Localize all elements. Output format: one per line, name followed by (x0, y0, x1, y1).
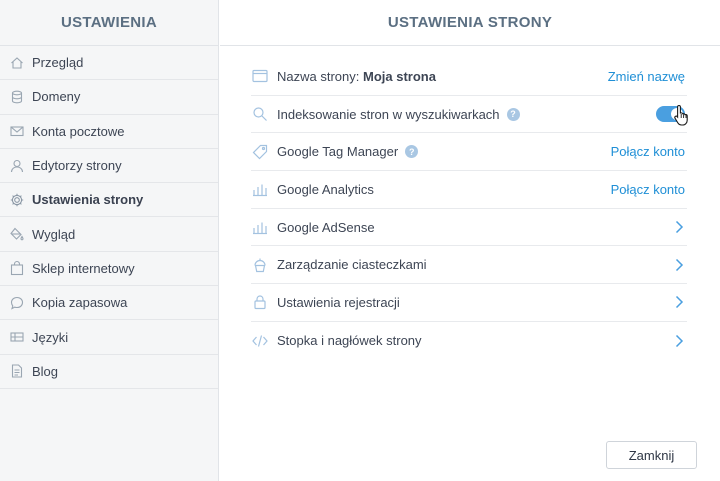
sidebar-item-label: Kopia zapasowa (32, 295, 128, 311)
google-tag-manager-row: Google Tag Manager ? Połącz konto (251, 133, 687, 172)
registration-settings-row[interactable]: Ustawienia rejestracji (251, 284, 687, 322)
sidebar-menu: Przegląd Domeny Konta pocztowe Edytorzy … (0, 46, 218, 389)
site-name-label: Nazwa strony: Moja strona (277, 69, 436, 84)
settings-sidebar: USTAWIENIA Przegląd Domeny Konta pocztow… (0, 0, 219, 481)
bar-chart-icon (251, 218, 269, 236)
sidebar-item-label: Konta pocztowe (32, 123, 125, 139)
gear-icon (9, 192, 25, 208)
sidebar-item-jezyki[interactable]: Języki (0, 320, 218, 355)
cookie-management-row[interactable]: Zarządzanie ciasteczkami (251, 246, 687, 285)
cupcake-icon (251, 256, 269, 274)
flag-icon (9, 329, 25, 345)
cookie-management-label: Zarządzanie ciasteczkami (277, 257, 427, 273)
mail-icon (9, 123, 25, 139)
lock-icon (251, 293, 269, 311)
sidebar-item-label: Domeny (32, 89, 81, 105)
browser-window-icon (251, 67, 269, 85)
search-indexing-row: Indeksowanie stron w wyszukiwarkach ? (251, 96, 688, 134)
google-analytics-row: Google Analytics Połącz konto (251, 171, 687, 209)
home-icon (9, 55, 25, 71)
sidebar-item-label: Ustawienia strony (32, 192, 144, 208)
sidebar-item-przeglad[interactable]: Przegląd (0, 46, 218, 81)
search-indexing-label: Indeksowanie stron w wyszukiwarkach (277, 106, 500, 122)
chevron-right-icon (675, 296, 684, 309)
site-name-prefix: Nazwa strony: (277, 68, 363, 84)
page-title: USTAWIENIA STRONY (220, 0, 720, 46)
help-icon[interactable]: ? (405, 145, 419, 159)
sidebar-item-sklep-internetowy[interactable]: Sklep internetowy (0, 252, 218, 287)
registration-settings-label: Ustawienia rejestracji (277, 294, 400, 310)
database-icon (9, 89, 25, 105)
shopping-bag-icon (9, 260, 25, 276)
settings-list: Nazwa strony: Moja strona Zmień nazwę In… (251, 58, 688, 360)
user-icon (9, 158, 25, 174)
connect-analytics-link[interactable]: Połącz konto (611, 182, 685, 197)
search-icon (251, 105, 269, 123)
sidebar-item-label: Blog (32, 363, 59, 379)
google-adsense-row[interactable]: Google AdSense (251, 209, 687, 247)
sidebar-item-label: Języki (32, 329, 69, 345)
sidebar-item-ustawienia-strony[interactable]: Ustawienia strony (0, 183, 218, 218)
sidebar-item-label: Wygląd (32, 226, 76, 242)
rename-site-link[interactable]: Zmień nazwę (608, 69, 685, 84)
chevron-right-icon (675, 258, 684, 271)
sidebar-title: USTAWIENIA (0, 0, 218, 46)
google-adsense-label: Google AdSense (277, 219, 375, 235)
sidebar-item-label: Edytorzy strony (32, 158, 122, 174)
site-name-row: Nazwa strony: Moja strona Zmień nazwę (251, 58, 687, 96)
connect-tag-manager-link[interactable]: Połącz konto (611, 144, 685, 159)
help-icon[interactable]: ? (506, 107, 520, 121)
document-icon (9, 363, 25, 379)
sidebar-item-domeny[interactable]: Domeny (0, 80, 218, 115)
close-button[interactable]: Zamknij (606, 441, 697, 469)
sidebar-item-blog[interactable]: Blog (0, 355, 218, 389)
sidebar-item-edytorzy-strony[interactable]: Edytorzy strony (0, 149, 218, 184)
sidebar-item-label: Sklep internetowy (32, 260, 135, 276)
footer-header-row[interactable]: Stopka i nagłówek strony (251, 322, 687, 360)
hand-pointer-cursor-icon (674, 104, 688, 126)
footer-header-label: Stopka i nagłówek strony (277, 333, 422, 349)
bar-chart-icon (251, 180, 269, 198)
google-analytics-label: Google Analytics (277, 181, 374, 197)
settings-main-panel: USTAWIENIA STRONY Nazwa strony: Moja str… (220, 0, 720, 481)
code-icon (251, 332, 269, 350)
sidebar-item-wyglad[interactable]: Wygląd (0, 217, 218, 252)
chat-bubble-icon (9, 295, 25, 311)
chevron-right-icon (675, 334, 684, 347)
tag-icon (251, 143, 269, 161)
chevron-right-icon (675, 221, 684, 234)
sidebar-item-konta-pocztowe[interactable]: Konta pocztowe (0, 115, 218, 149)
paint-bucket-icon (9, 226, 25, 242)
sidebar-item-label: Przegląd (32, 55, 84, 71)
sidebar-item-kopia-zapasowa[interactable]: Kopia zapasowa (0, 286, 218, 321)
google-tag-manager-label: Google Tag Manager (277, 144, 399, 160)
site-name-value: Moja strona (362, 68, 436, 84)
